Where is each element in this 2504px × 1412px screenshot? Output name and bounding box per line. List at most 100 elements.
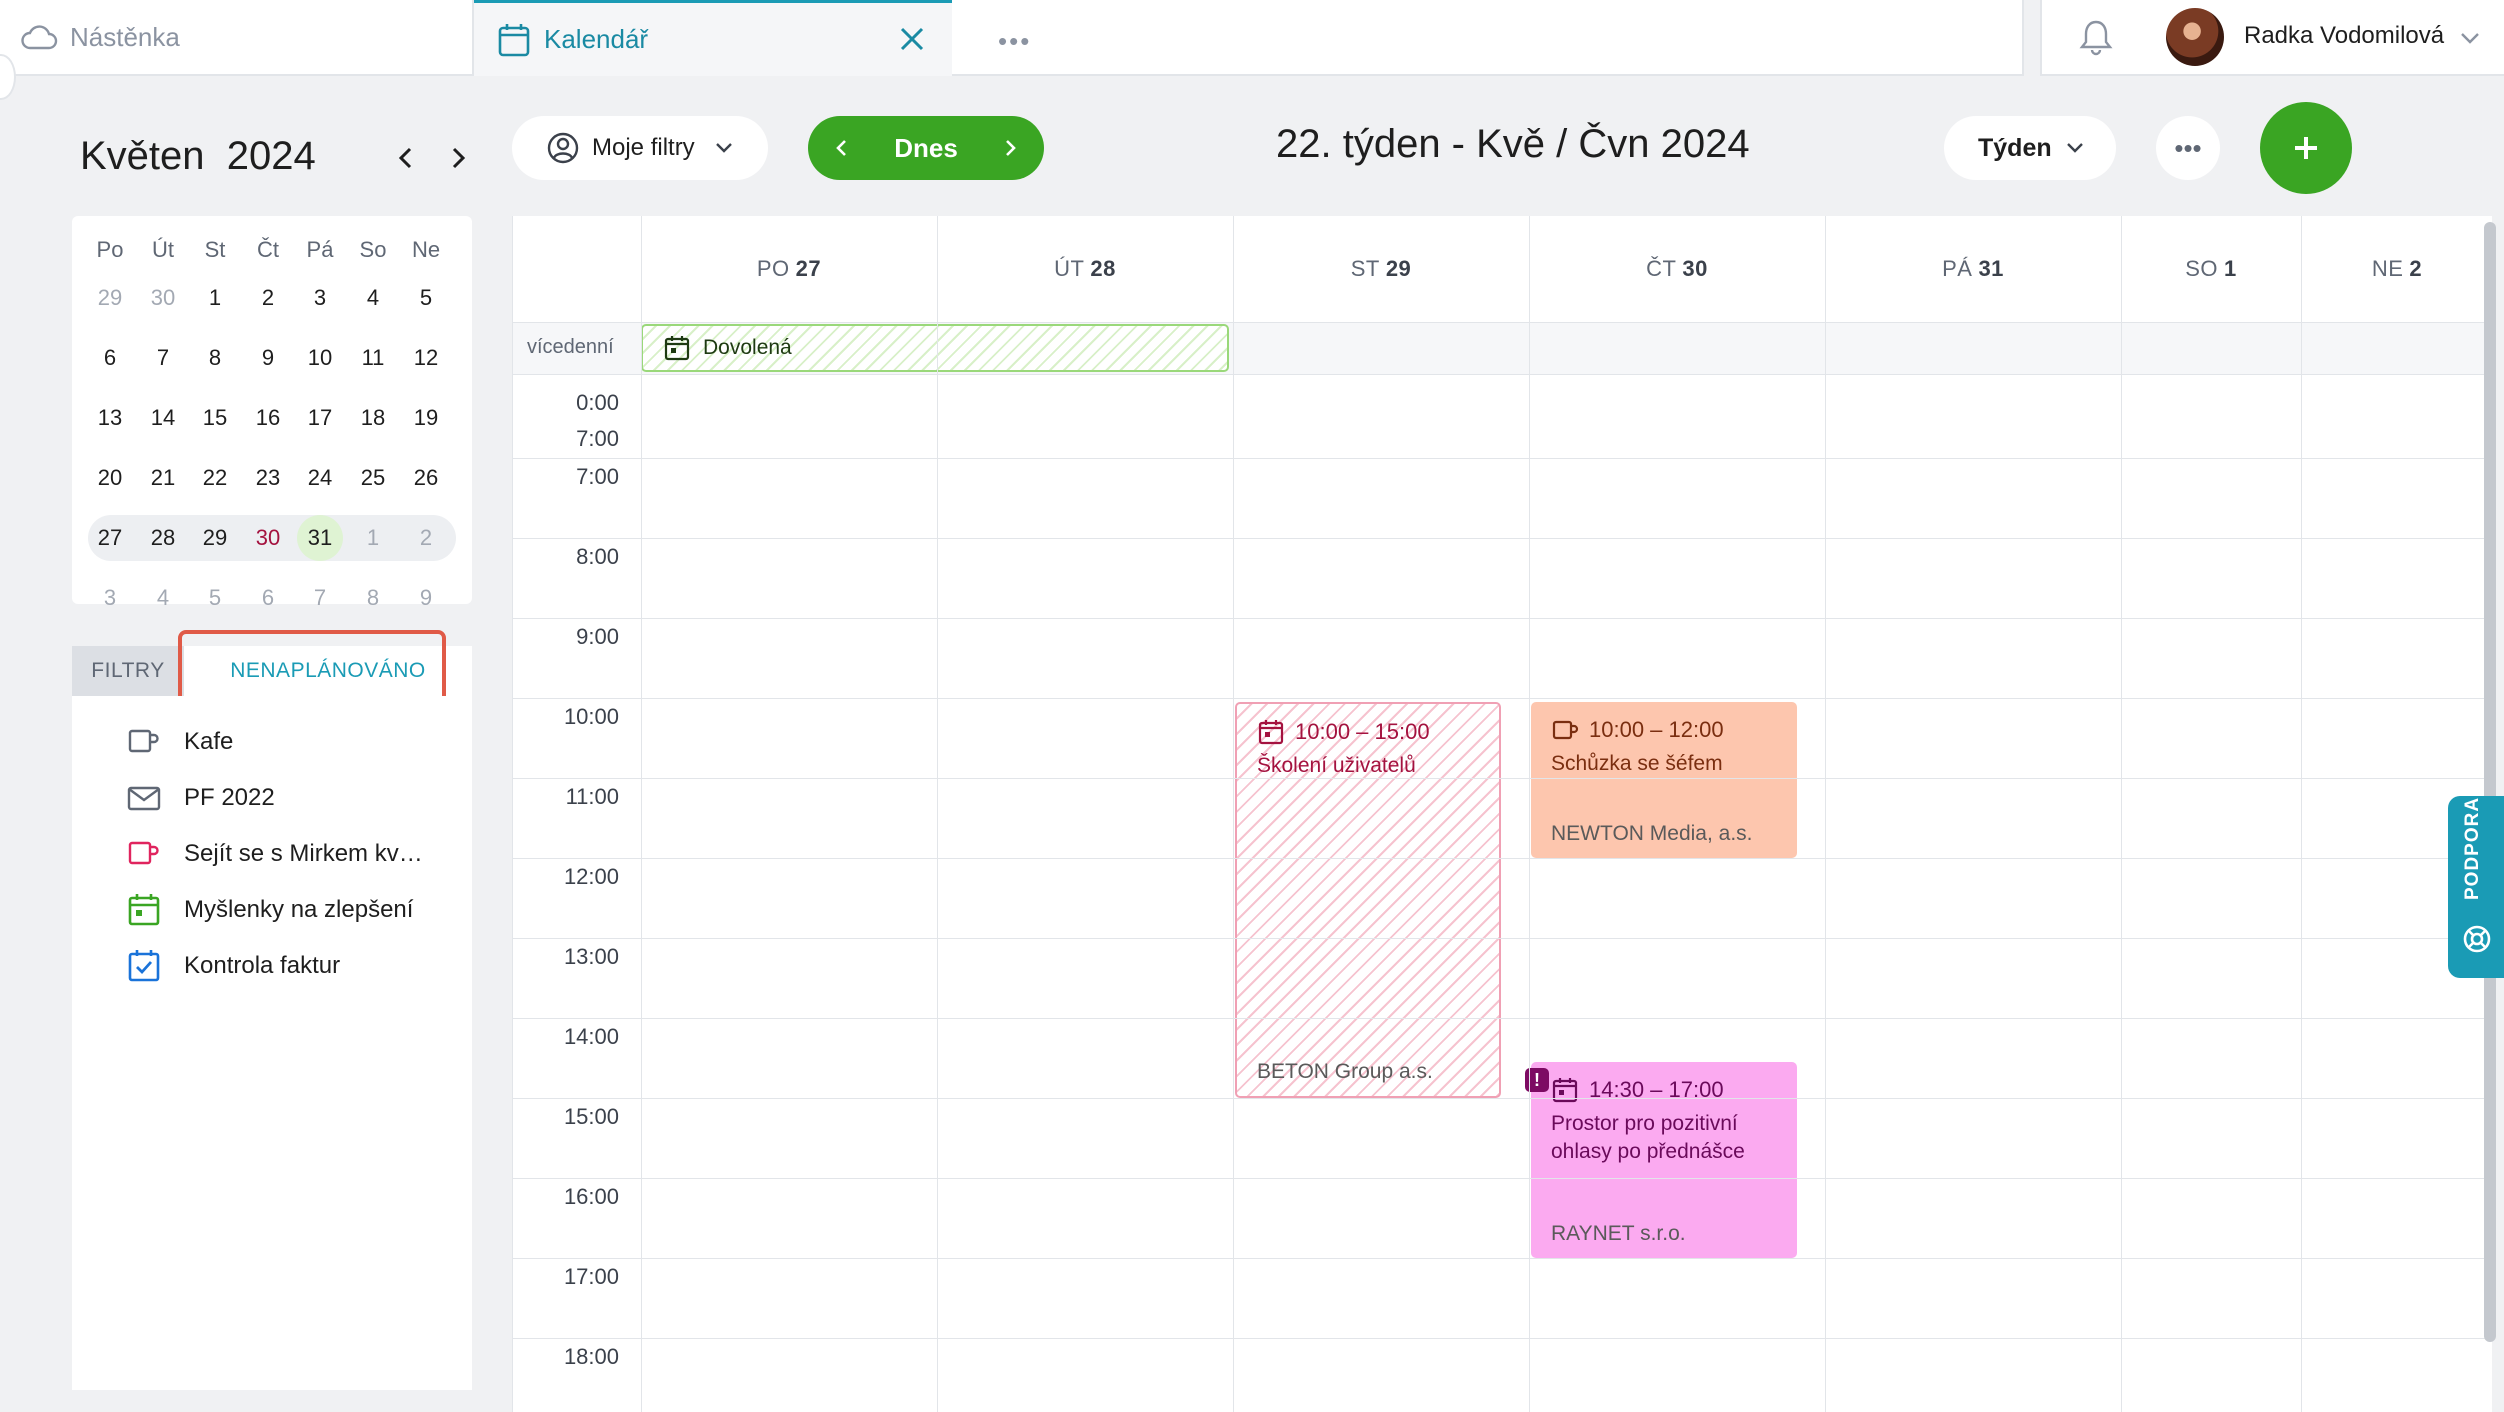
day-header-dow: ÚT [1054, 256, 1085, 281]
mini-calendar-day[interactable]: 31 [294, 516, 346, 560]
bell-icon[interactable] [2078, 18, 2114, 56]
mini-calendar-day[interactable]: 7 [294, 576, 346, 620]
mini-calendar-day[interactable]: 8 [347, 576, 399, 620]
mini-calendar-day[interactable]: 27 [84, 516, 136, 560]
mini-calendar-day[interactable]: 20 [84, 456, 136, 500]
event-space[interactable]: 14:30 – 17:00 Prostor pro pozitivní ohla… [1531, 1062, 1797, 1258]
chevron-left-icon[interactable] [388, 140, 424, 176]
mini-calendar-day[interactable]: 28 [137, 516, 189, 560]
unplanned-item[interactable]: Sejít se s Mirkem kv… [126, 826, 466, 882]
mini-calendar-day[interactable]: 6 [242, 576, 294, 620]
mini-calendar-day[interactable]: 9 [400, 576, 452, 620]
mini-calendar-day[interactable]: 3 [294, 276, 346, 320]
event-vacation[interactable]: Dovolená [641, 324, 1229, 372]
unplanned-item-label: PF 2022 [184, 784, 275, 811]
chevron-down-icon[interactable] [2458, 26, 2482, 50]
more-tabs-button[interactable]: ••• [998, 26, 1031, 57]
unplanned-item-label: Myšlenky na zlepšení [184, 896, 414, 923]
mini-calendar-day[interactable]: 25 [347, 456, 399, 500]
mini-calendar-day[interactable]: 5 [189, 576, 241, 620]
coffee-icon [128, 841, 159, 865]
avatar[interactable] [2166, 8, 2224, 66]
mini-calendar-day[interactable]: 5 [400, 276, 452, 320]
mini-calendar-day[interactable]: 12 [400, 336, 452, 380]
support-label: PODPORA [2462, 796, 2483, 900]
mini-calendar-day[interactable]: 13 [84, 396, 136, 440]
mini-calendar-day[interactable]: 24 [294, 456, 346, 500]
day-header-date: 27 [795, 256, 822, 281]
tab-filters[interactable]: FILTRY [72, 646, 184, 696]
tab-unplanned[interactable]: NENAPLÁNOVÁNO [184, 646, 472, 696]
mini-calendar-day[interactable]: 11 [347, 336, 399, 380]
mini-calendar-day[interactable]: 14 [137, 396, 189, 440]
mini-calendar-day[interactable]: 3 [84, 576, 136, 620]
mini-calendar-day[interactable]: 21 [137, 456, 189, 500]
week-title: 22. týden - Kvě / Čvn 2024 [1276, 122, 1750, 166]
mini-calendar-day[interactable]: 16 [242, 396, 294, 440]
mini-calendar-day[interactable]: 19 [400, 396, 452, 440]
close-icon[interactable] [894, 21, 930, 57]
day-header-dow: NE [2371, 256, 2404, 281]
mini-calendar-day[interactable]: 22 [189, 456, 241, 500]
hour-divider [513, 374, 2492, 375]
day-column-divider [1825, 216, 1826, 1412]
unplanned-item[interactable]: Kafe [126, 714, 466, 770]
unplanned-item-label: Sejít se s Mirkem kv… [184, 840, 423, 867]
tab-dashboard[interactable]: Nástěnka [0, 0, 474, 76]
mini-calendar-day[interactable]: 4 [137, 576, 189, 620]
day-header[interactable]: ST 29 [1233, 256, 1529, 282]
day-column-divider [937, 216, 938, 1412]
mini-calendar: Po Út St Čt Pá So Ne 29 30 1 2 3 4 5 6 7 8 9 10 11 12 13 14 15 1… [72, 216, 472, 610]
chevron-right-icon[interactable] [440, 140, 476, 176]
view-select-button[interactable]: Týden [1944, 116, 2116, 180]
chevron-left-icon[interactable] [830, 136, 854, 160]
hour-divider [513, 1018, 2492, 1019]
day-header-dow: PÁ [1942, 256, 1973, 281]
mini-calendar-day[interactable]: 2 [242, 276, 294, 320]
mini-calendar-day[interactable]: 30 [242, 516, 294, 560]
my-filters-button[interactable]: Moje filtry [512, 116, 768, 180]
grid-scrollbar[interactable] [2484, 222, 2496, 1342]
mini-calendar-day[interactable]: 15 [189, 396, 241, 440]
mini-calendar-day[interactable]: 4 [347, 276, 399, 320]
mini-calendar-day[interactable]: 17 [294, 396, 346, 440]
day-header[interactable]: PÁ 31 [1825, 256, 2121, 282]
event-training[interactable]: 10:00 – 15:00 Školení uživatelů BETON Gr… [1235, 702, 1501, 1098]
mini-calendar-day[interactable]: 6 [84, 336, 136, 380]
chevron-right-icon[interactable] [998, 136, 1022, 160]
calendar-event-icon [1258, 720, 1284, 745]
day-header[interactable]: ÚT 28 [937, 256, 1233, 282]
tab-calendar[interactable]: Kalendář [474, 0, 952, 76]
hour-label: 7:00 [576, 464, 619, 489]
hour-label: 7:00 [576, 426, 619, 451]
mini-calendar-day[interactable]: 10 [294, 336, 346, 380]
mini-calendar-day[interactable]: 18 [347, 396, 399, 440]
day-column-divider [1529, 216, 1530, 1412]
day-header[interactable]: NE 2 [2301, 256, 2492, 282]
unplanned-item[interactable]: Myšlenky na zlepšení [126, 882, 466, 938]
mini-calendar-day[interactable]: 7 [137, 336, 189, 380]
day-header-date: 29 [1385, 256, 1412, 281]
event-meeting[interactable]: 10:00 – 12:00 Schůzka se šéfem NEWTON Me… [1531, 702, 1797, 858]
unplanned-item[interactable]: PF 2022 [126, 770, 466, 826]
mini-calendar-day[interactable]: 29 [84, 276, 136, 320]
mini-calendar-day[interactable]: 9 [242, 336, 294, 380]
mini-calendar-day[interactable]: 29 [189, 516, 241, 560]
hour-label: 12:00 [563, 864, 619, 889]
mini-calendar-day[interactable]: 1 [347, 516, 399, 560]
add-event-button[interactable] [2260, 102, 2352, 194]
unplanned-item[interactable]: Kontrola faktur [126, 938, 466, 994]
mini-calendar-day[interactable]: 26 [400, 456, 452, 500]
weekday-header: Ne [411, 237, 441, 262]
more-options-button[interactable]: ••• [2156, 116, 2220, 180]
mini-calendar-day[interactable]: 30 [137, 276, 189, 320]
day-header[interactable]: SO 1 [2121, 256, 2301, 282]
today-button[interactable]: Dnes [808, 116, 1044, 180]
day-header[interactable]: PO 27 [641, 256, 937, 282]
mini-calendar-day[interactable]: 1 [189, 276, 241, 320]
user-box[interactable]: Radka Vodomilová [2040, 0, 2504, 76]
mini-calendar-day[interactable]: 8 [189, 336, 241, 380]
day-header[interactable]: ČT 30 [1529, 256, 1825, 282]
mini-calendar-day[interactable]: 2 [400, 516, 452, 560]
mini-calendar-day[interactable]: 23 [242, 456, 294, 500]
